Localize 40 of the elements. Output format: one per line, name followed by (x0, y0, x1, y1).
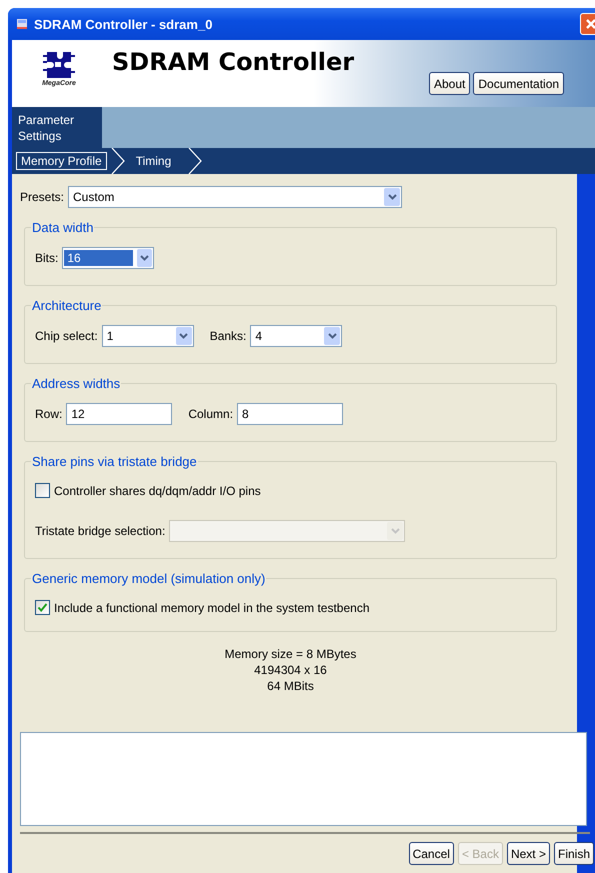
checkbox-label: Include a functional memory model in the system testbench (54, 600, 370, 614)
group-title: Data width (31, 220, 94, 235)
footer-button[interactable]: Cancel (408, 842, 454, 865)
tab[interactable]: Parameter Settings (12, 107, 102, 148)
dropdown[interactable]: 16 (62, 247, 154, 269)
summary-text: Memory size = 8 MBytes (224, 646, 356, 662)
step-tab[interactable]: Timing (130, 152, 176, 170)
close-icon (584, 17, 595, 31)
step-tab[interactable]: Memory Profile (16, 152, 107, 170)
summary-text: 4194304 x 16 (254, 662, 327, 678)
header-title: SDRAM Controller (112, 48, 354, 76)
field-label: Banks: (210, 329, 246, 343)
field-label: Row: (35, 407, 62, 421)
group-title: Generic memory model (simulation only) (31, 571, 266, 586)
check-icon (37, 602, 48, 613)
header-button[interactable]: About (429, 72, 470, 95)
field-label: Tristate bridge selection: (35, 524, 166, 538)
presets-dropdown[interactable]: Custom (68, 186, 402, 208)
footer-button[interactable]: Next > (506, 842, 550, 865)
field-label: Bits: (35, 251, 58, 265)
field-label: Column: (188, 407, 234, 421)
checkbox[interactable] (35, 600, 50, 615)
checkbox[interactable] (35, 483, 50, 498)
dropdown[interactable]: 1 (102, 325, 194, 347)
dropdown[interactable]: 4 (250, 325, 342, 347)
field-label: Chip select: (35, 329, 98, 343)
checkbox-label: Controller shares dq/dqm/addr I/O pins (54, 484, 261, 498)
group-title: Share pins via tristate bridge (31, 454, 198, 469)
summary-text: 64 MBits (267, 678, 314, 694)
group-title: Architecture (31, 298, 102, 313)
window-title: SDRAM Controller - sdram_0 (34, 16, 212, 32)
chevron-icon (188, 148, 202, 174)
app-icon (16, 18, 28, 30)
footer-button[interactable]: Finish (554, 842, 594, 865)
group-title: Address widths (31, 376, 122, 391)
field-label: Presets: (20, 190, 64, 204)
input-field[interactable]: 12 (66, 403, 172, 425)
header-button[interactable]: Documentation (473, 72, 564, 95)
chevron-icon (110, 148, 125, 174)
input-field[interactable]: 8 (237, 403, 344, 425)
